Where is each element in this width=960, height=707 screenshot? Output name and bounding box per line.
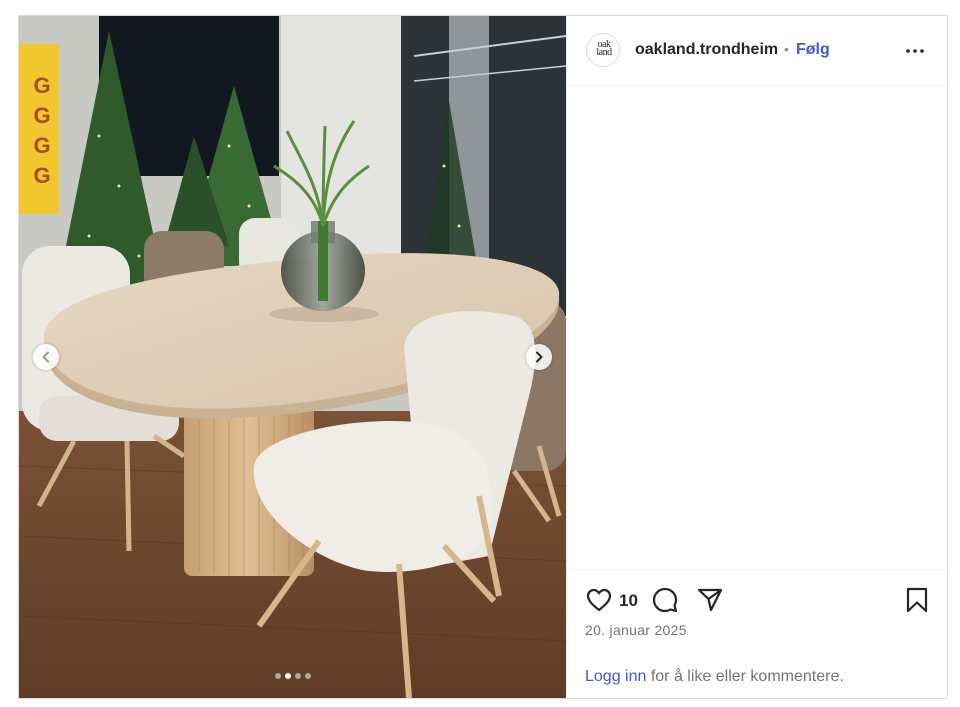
banner-letter: G [33, 163, 51, 188]
avatar-logo: oak land [590, 40, 618, 58]
carousel-indicator [19, 673, 566, 679]
yellow-banner: G G G G [27, 71, 57, 191]
login-link[interactable]: Logg inn [585, 668, 646, 685]
post-header: oak land oakland.trondheim • Følg [567, 16, 948, 86]
carousel-dot [294, 673, 301, 679]
previous-slide-button[interactable] [33, 344, 59, 370]
post-side-panel: oak land oakland.trondheim • Følg 10 20.… [566, 16, 948, 698]
carousel-dot-active [284, 673, 291, 679]
carousel-dot [274, 673, 281, 679]
banner-letter: G [33, 73, 51, 98]
comment-button[interactable] [651, 586, 679, 614]
more-horizontal-icon [906, 49, 924, 53]
post-date: 20. januar 2025 [585, 622, 687, 638]
more-options-button[interactable] [903, 39, 927, 63]
post-photo [19, 16, 566, 698]
post-media-carousel[interactable]: G G G G [19, 16, 566, 698]
instagram-post: G G G G oak land oakland.trondheim • Føl… [18, 15, 948, 699]
login-prompt: Logg inn for å like eller kommentere. [585, 668, 844, 686]
like-button[interactable] [585, 586, 613, 614]
chevron-right-icon [536, 351, 543, 363]
comment-icon [652, 587, 678, 613]
save-button[interactable] [904, 586, 930, 614]
paper-plane-icon [697, 588, 723, 612]
separator-dot: • [784, 41, 789, 57]
like-count: 10 [619, 591, 638, 610]
avatar-logo-line: land [596, 47, 612, 58]
login-prompt-text: for å like eller kommentere. [646, 668, 844, 685]
avatar[interactable]: oak land [586, 33, 620, 67]
carousel-dot [304, 673, 311, 679]
chevron-left-icon [42, 351, 49, 363]
heart-icon [586, 588, 612, 612]
follow-button[interactable]: Følg [796, 41, 830, 59]
bookmark-icon [906, 587, 928, 613]
post-actions: 10 20. januar 2025 Logg inn for å like e… [567, 569, 948, 699]
comments-area [567, 86, 948, 568]
next-slide-button[interactable] [526, 344, 552, 370]
username-link[interactable]: oakland.trondheim [635, 41, 778, 59]
share-button[interactable] [696, 586, 724, 614]
banner-letter: G [33, 133, 51, 158]
banner-letter: G [33, 103, 51, 128]
